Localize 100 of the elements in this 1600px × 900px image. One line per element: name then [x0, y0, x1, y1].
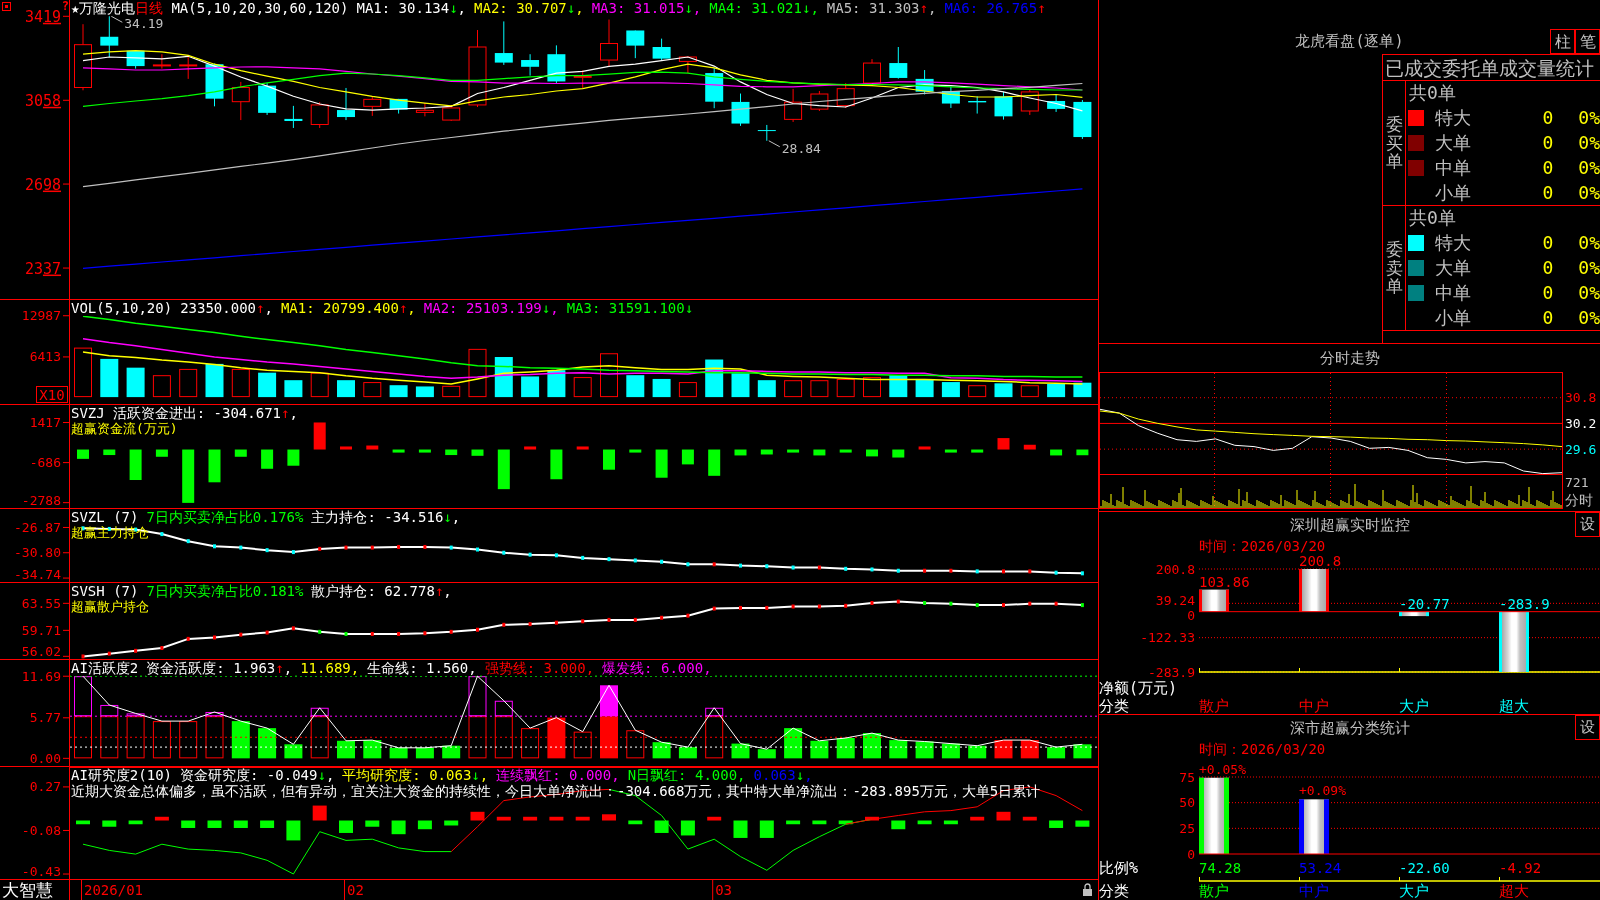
candlestick	[205, 63, 224, 107]
fund-flow-bar	[734, 449, 747, 456]
fund-flow-bar	[866, 449, 878, 457]
order-total: 共0单	[1409, 83, 1456, 104]
help-button[interactable]: ?	[61, 0, 69, 13]
change-label: +0.05%	[1199, 761, 1246, 777]
fund-flow-bar	[629, 449, 642, 453]
y-axis-label: 39.24	[1155, 592, 1195, 608]
candlestick	[310, 101, 329, 129]
fund-flow-bar	[471, 449, 484, 456]
candlestick	[152, 53, 171, 70]
y-axis-label: 200.8	[1155, 561, 1195, 577]
view-toggle-button[interactable]: 柱	[1550, 29, 1575, 54]
y-axis-label: 2337	[24, 259, 61, 278]
candlestick	[100, 15, 119, 58]
fund-flow-bar	[839, 449, 852, 453]
axis-title: 分类	[1099, 882, 1129, 900]
category-label: 散户	[1199, 882, 1229, 900]
order-size-label: 特大	[1435, 108, 1471, 129]
unit-label: X10	[36, 386, 68, 403]
y-axis-label: -122.33	[1140, 630, 1195, 646]
axis-title: 分类	[1099, 696, 1129, 715]
indicator-reading: 23350.000↑,	[180, 301, 273, 316]
square-icon[interactable]	[2, 2, 11, 11]
y-axis-label: 0	[1187, 846, 1195, 862]
indicator-reading: N日飘红: 4.000,	[627, 768, 746, 783]
fund-flow-bar	[418, 449, 431, 453]
candlestick	[258, 82, 277, 116]
view-toggle-button[interactable]: 笔	[1575, 29, 1600, 54]
price-axis-label: 30.2	[1565, 415, 1597, 431]
candlestick	[389, 98, 408, 115]
fund-flow-bar	[287, 449, 300, 466]
volume-max-label: 721	[1565, 475, 1589, 490]
candlestick	[915, 69, 934, 95]
y-axis-label: 63.55	[21, 595, 61, 611]
fund-flow-bar	[918, 446, 931, 450]
fund-flow-bar	[497, 449, 510, 490]
order-count: 0	[1542, 233, 1554, 254]
category-label: 大户	[1399, 882, 1429, 900]
settings-button[interactable]: 设	[1575, 512, 1600, 537]
candlestick	[547, 44, 566, 84]
y-axis-label: -26.87	[14, 519, 61, 535]
y-axis-label: -2788	[21, 493, 61, 508]
candlestick	[337, 87, 355, 121]
value-label: -20.77	[1399, 595, 1450, 612]
order-percent: 0%	[1578, 182, 1600, 203]
y-axis-label: 0	[1187, 607, 1195, 623]
indicator-name: AI研究度2(10)	[71, 768, 172, 783]
candlestick	[784, 88, 803, 123]
panel-title: 龙虎看盘(逐单)	[1295, 32, 1404, 50]
fund-flow-bar	[155, 449, 168, 457]
settings-button[interactable]: 设	[1575, 715, 1600, 740]
price-axis-label: 30.8	[1565, 390, 1597, 406]
fund-flow-bar	[655, 449, 668, 478]
fund-flow-bar	[182, 449, 195, 503]
indicator-reading: MA2: 30.707↓,	[474, 1, 584, 16]
fund-flow-bar	[997, 438, 1010, 450]
candlestick	[284, 105, 303, 129]
y-axis-label: 5.77	[29, 710, 61, 726]
y-axis-label: 3058	[24, 91, 61, 110]
order-percent: 0%	[1578, 282, 1600, 303]
value-label: -4.92	[1499, 859, 1542, 876]
indicator-name: VOL(5,10,20)	[71, 301, 173, 316]
fund-flow-bar	[524, 446, 537, 450]
candlestick	[626, 30, 645, 59]
order-count: 0	[1542, 258, 1554, 278]
lock-icon[interactable]	[1083, 883, 1092, 896]
stock-title: ★万隆光电	[71, 1, 136, 16]
value-label: -283.9	[1499, 595, 1550, 612]
candlestick	[494, 20, 513, 66]
y-axis-label: 11.69	[21, 668, 61, 684]
fund-flow-bar	[971, 449, 984, 453]
indicator-reading: MA1: 20799.400↑,	[280, 301, 416, 316]
fund-flow-bar	[77, 449, 89, 459]
candlestick	[415, 102, 434, 117]
fund-flow-bar	[340, 446, 352, 450]
fund-flow-bar	[760, 449, 773, 455]
category-label: 中户	[1299, 696, 1329, 715]
indicator-note: 超赢散户持仓	[71, 599, 149, 614]
order-size-label: 大单	[1435, 133, 1471, 153]
candlestick	[941, 86, 960, 109]
y-axis-label: 0.27	[29, 779, 61, 795]
y-axis-label: 1417	[29, 415, 61, 431]
y-axis-label: -30.80	[14, 545, 61, 561]
category-label: 大户	[1399, 696, 1429, 715]
fund-flow-bar	[445, 449, 458, 456]
fund-flow-bar	[208, 449, 221, 483]
panel-title: 深市超赢分类统计	[1289, 718, 1410, 737]
price-annotation: 34.19	[110, 15, 164, 32]
value-label: 103.86	[1199, 573, 1250, 590]
y-axis-label: 25	[1179, 820, 1195, 836]
candlestick	[179, 54, 198, 80]
order-percent: 0%	[1578, 233, 1600, 254]
indicator-reading: 资金研究度: -0.049↓,	[180, 768, 335, 783]
candlestick	[600, 19, 618, 67]
indicator-name: AI活跃度2	[71, 661, 139, 676]
category-label: 超大	[1499, 882, 1529, 900]
candlestick	[889, 46, 908, 80]
value-label: -22.60	[1399, 859, 1450, 876]
fund-flow-bar	[392, 449, 405, 453]
